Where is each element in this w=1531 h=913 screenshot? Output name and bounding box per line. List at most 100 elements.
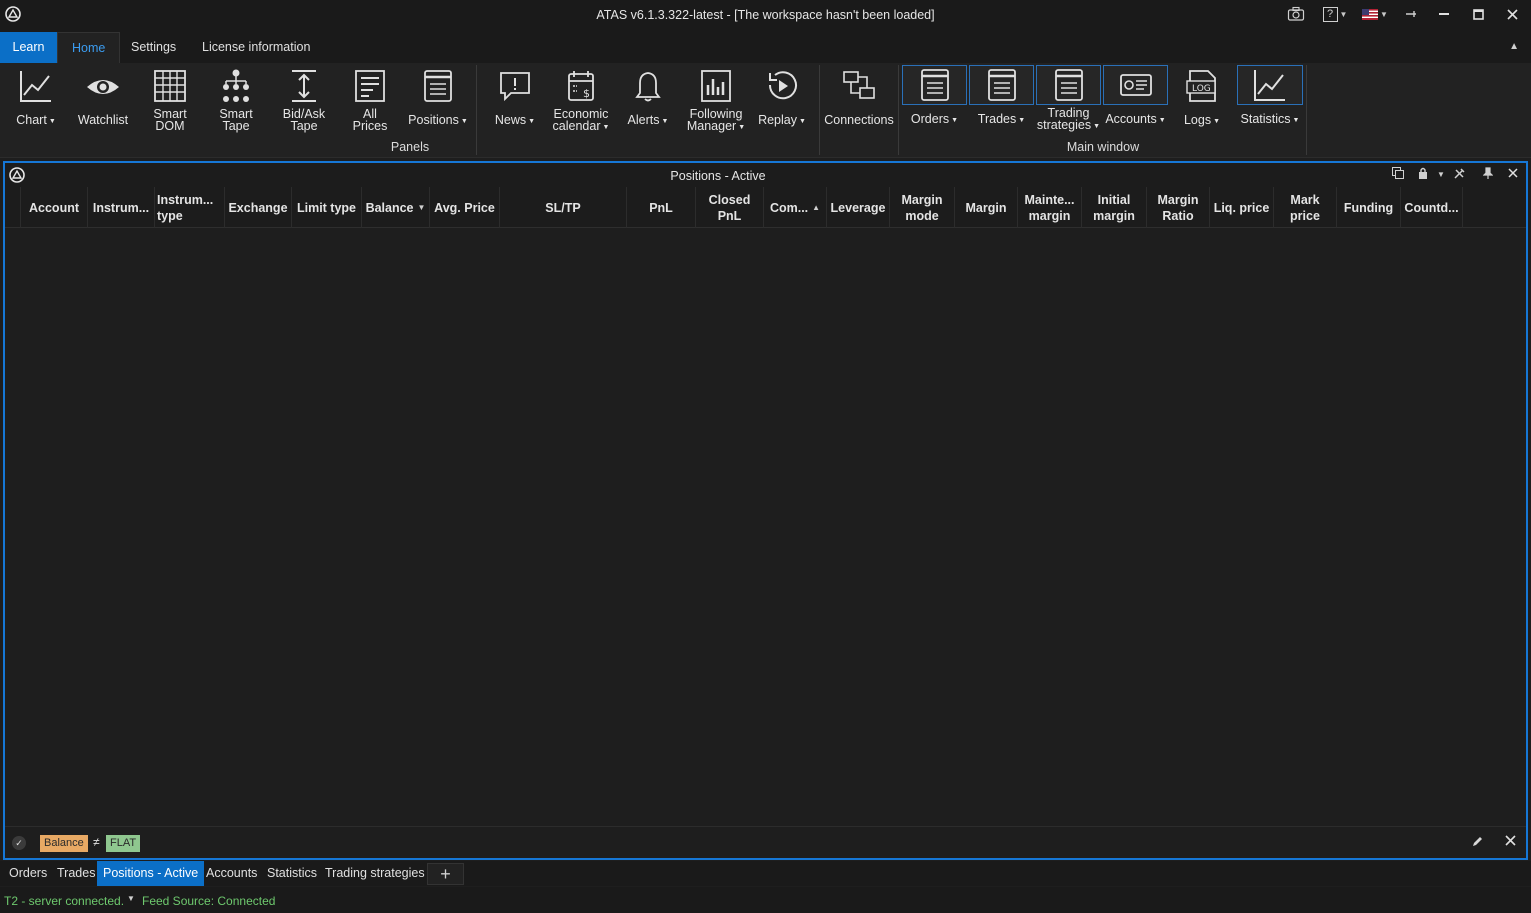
row-selector-header xyxy=(5,187,21,228)
news-button[interactable]: News ▼ xyxy=(490,65,540,133)
connections-label: Connections xyxy=(824,113,894,127)
column-header-exchange[interactable]: Exchange xyxy=(225,187,292,228)
replay-button[interactable]: Replay ▼ xyxy=(757,65,807,133)
bid-ask-tape-button[interactable]: Bid/Ask Tape xyxy=(278,65,330,133)
trades-panel-toggle[interactable] xyxy=(969,65,1034,105)
column-header-balance[interactable]: Balance ▼ xyxy=(362,187,430,228)
column-header-liq-price[interactable]: Liq. price xyxy=(1210,187,1274,228)
chevron-down-icon[interactable]: ▼ xyxy=(127,894,135,903)
chevron-down-icon: ▼ xyxy=(661,118,669,125)
chart-button[interactable]: Chart ▼ xyxy=(10,65,62,133)
following-manager-button[interactable]: Following Manager ▼ xyxy=(683,65,749,133)
column-header-maintenance-margin[interactable]: Mainte... margin xyxy=(1018,187,1082,228)
edit-filter-icon[interactable] xyxy=(1472,835,1484,850)
filter-field-chip[interactable]: Balance xyxy=(40,835,88,852)
close-icon[interactable] xyxy=(1504,3,1520,25)
filter-value-chip[interactable]: FLAT xyxy=(106,835,141,852)
bell-icon xyxy=(635,72,661,102)
title-bar: ATAS v6.1.3.322-latest - [The workspace … xyxy=(0,0,1531,32)
column-header-margin[interactable]: Margin xyxy=(955,187,1018,228)
tab-settings[interactable]: Settings xyxy=(117,32,190,63)
camera-icon[interactable] xyxy=(1286,3,1306,25)
language-dropdown[interactable]: ▼ xyxy=(1360,3,1390,25)
help-icon: ? xyxy=(1322,6,1338,22)
watchlist-button[interactable]: Watchlist xyxy=(74,65,132,133)
orders-panel-toggle[interactable] xyxy=(902,65,967,105)
group-label-panels: Panels xyxy=(390,140,430,154)
tab-statistics[interactable]: Statistics xyxy=(261,861,323,886)
orders-button[interactable]: Orders ▼ xyxy=(902,109,967,129)
filter-operator: ≠ xyxy=(93,835,100,849)
column-header-mark-price[interactable]: Mark price xyxy=(1274,187,1337,228)
help-dropdown[interactable]: ? ▼ xyxy=(1320,3,1350,25)
positions-button[interactable]: Positions ▼ xyxy=(406,65,470,133)
column-header-margin-ratio[interactable]: Margin Ratio xyxy=(1147,187,1210,228)
all-prices-label-2: Prices xyxy=(352,119,388,133)
lock-icon[interactable] xyxy=(1418,167,1428,182)
server-status[interactable]: T2 - server connected. xyxy=(4,894,124,908)
calendar-dollar-icon: $ xyxy=(568,71,594,101)
positions-table-body[interactable] xyxy=(5,229,1526,825)
column-header-commission[interactable]: Com... ▲ xyxy=(764,187,827,228)
economic-calendar-button[interactable]: $ Economic calendar ▼ xyxy=(549,65,613,133)
settings-tools-icon[interactable] xyxy=(1453,167,1466,183)
orders-label: Orders xyxy=(910,112,950,126)
statistics-panel-toggle[interactable] xyxy=(1237,65,1303,105)
column-header-avg-price[interactable]: Avg. Price xyxy=(430,187,500,228)
tab-learn[interactable]: Learn xyxy=(0,32,57,63)
tab-positions-active[interactable]: Positions - Active xyxy=(97,861,205,886)
pin-icon[interactable] xyxy=(1403,3,1419,25)
filter-icon[interactable]: ▼ xyxy=(418,200,426,216)
list-panel-icon xyxy=(920,69,949,101)
column-header-sl-tp[interactable]: SL/TP xyxy=(500,187,627,228)
trades-button[interactable]: Trades ▼ xyxy=(969,109,1034,129)
alerts-button[interactable]: Alerts ▼ xyxy=(624,65,672,133)
column-header-leverage[interactable]: Leverage xyxy=(827,187,890,228)
collapse-ribbon-icon[interactable]: ▲ xyxy=(1509,41,1519,52)
close-icon[interactable] xyxy=(1508,167,1518,181)
chevron-down-icon[interactable]: ▼ xyxy=(1437,170,1445,179)
column-header-margin-mode[interactable]: Margin mode xyxy=(890,187,955,228)
tab-license-information[interactable]: License information xyxy=(188,32,324,63)
accounts-label: Accounts xyxy=(1105,112,1157,126)
all-prices-button[interactable]: All Prices xyxy=(346,65,394,133)
clear-filter-icon[interactable] xyxy=(1505,833,1516,850)
group-separator xyxy=(476,65,477,155)
column-header-instrument[interactable]: Instrum... xyxy=(88,187,155,228)
watchlist-label: Watchlist xyxy=(77,113,129,127)
column-header-instrument-type[interactable]: Instrum... type xyxy=(155,187,225,228)
pin-icon[interactable] xyxy=(1482,167,1494,182)
statistics-button[interactable]: Statistics ▼ xyxy=(1237,109,1303,129)
filter-enabled-checkbox[interactable]: ✓ xyxy=(12,836,26,850)
column-header-pnl[interactable]: PnL xyxy=(627,187,696,228)
add-tab-button[interactable]: + xyxy=(427,863,464,885)
connections-button[interactable]: Connections xyxy=(823,65,895,133)
detach-window-icon[interactable] xyxy=(1392,167,1404,182)
document-tab-bar: Orders Trades Positions - Active Account… xyxy=(0,861,1531,886)
tab-orders[interactable]: Orders xyxy=(3,861,53,886)
trading-strategies-panel-toggle[interactable] xyxy=(1036,65,1101,105)
accounts-panel-toggle[interactable] xyxy=(1103,65,1168,105)
smart-dom-label-2: DOM xyxy=(155,119,185,133)
smart-tape-button[interactable]: Smart Tape xyxy=(211,65,261,133)
smart-dom-button[interactable]: Smart DOM xyxy=(145,65,195,133)
bar-chart-frame-icon xyxy=(701,70,731,102)
column-header-limit-type[interactable]: Limit type xyxy=(292,187,362,228)
maximize-icon[interactable] xyxy=(1470,3,1486,25)
column-header-countdown[interactable]: Countd... xyxy=(1401,187,1463,228)
column-header-account[interactable]: Account xyxy=(21,187,88,228)
chevron-down-icon: ▼ xyxy=(528,118,536,125)
trading-strategies-button[interactable]: Trading strategies ▼ xyxy=(1036,105,1101,133)
tab-accounts[interactable]: Accounts xyxy=(200,861,263,886)
logs-button[interactable]: LOG Logs ▼ xyxy=(1175,65,1229,133)
chart-icon xyxy=(20,71,51,102)
tab-trading-strategies[interactable]: Trading strategies xyxy=(319,861,431,886)
minimize-icon[interactable] xyxy=(1436,3,1452,25)
vertical-arrows-icon xyxy=(292,70,316,102)
column-header-closed-pnl[interactable]: Closed PnL xyxy=(696,187,764,228)
column-header-initial-margin[interactable]: Initial margin xyxy=(1082,187,1147,228)
tab-home[interactable]: Home xyxy=(57,32,121,63)
accounts-button[interactable]: Accounts ▼ xyxy=(1103,109,1168,129)
tab-trades[interactable]: Trades xyxy=(51,861,101,886)
column-header-funding[interactable]: Funding xyxy=(1337,187,1401,228)
